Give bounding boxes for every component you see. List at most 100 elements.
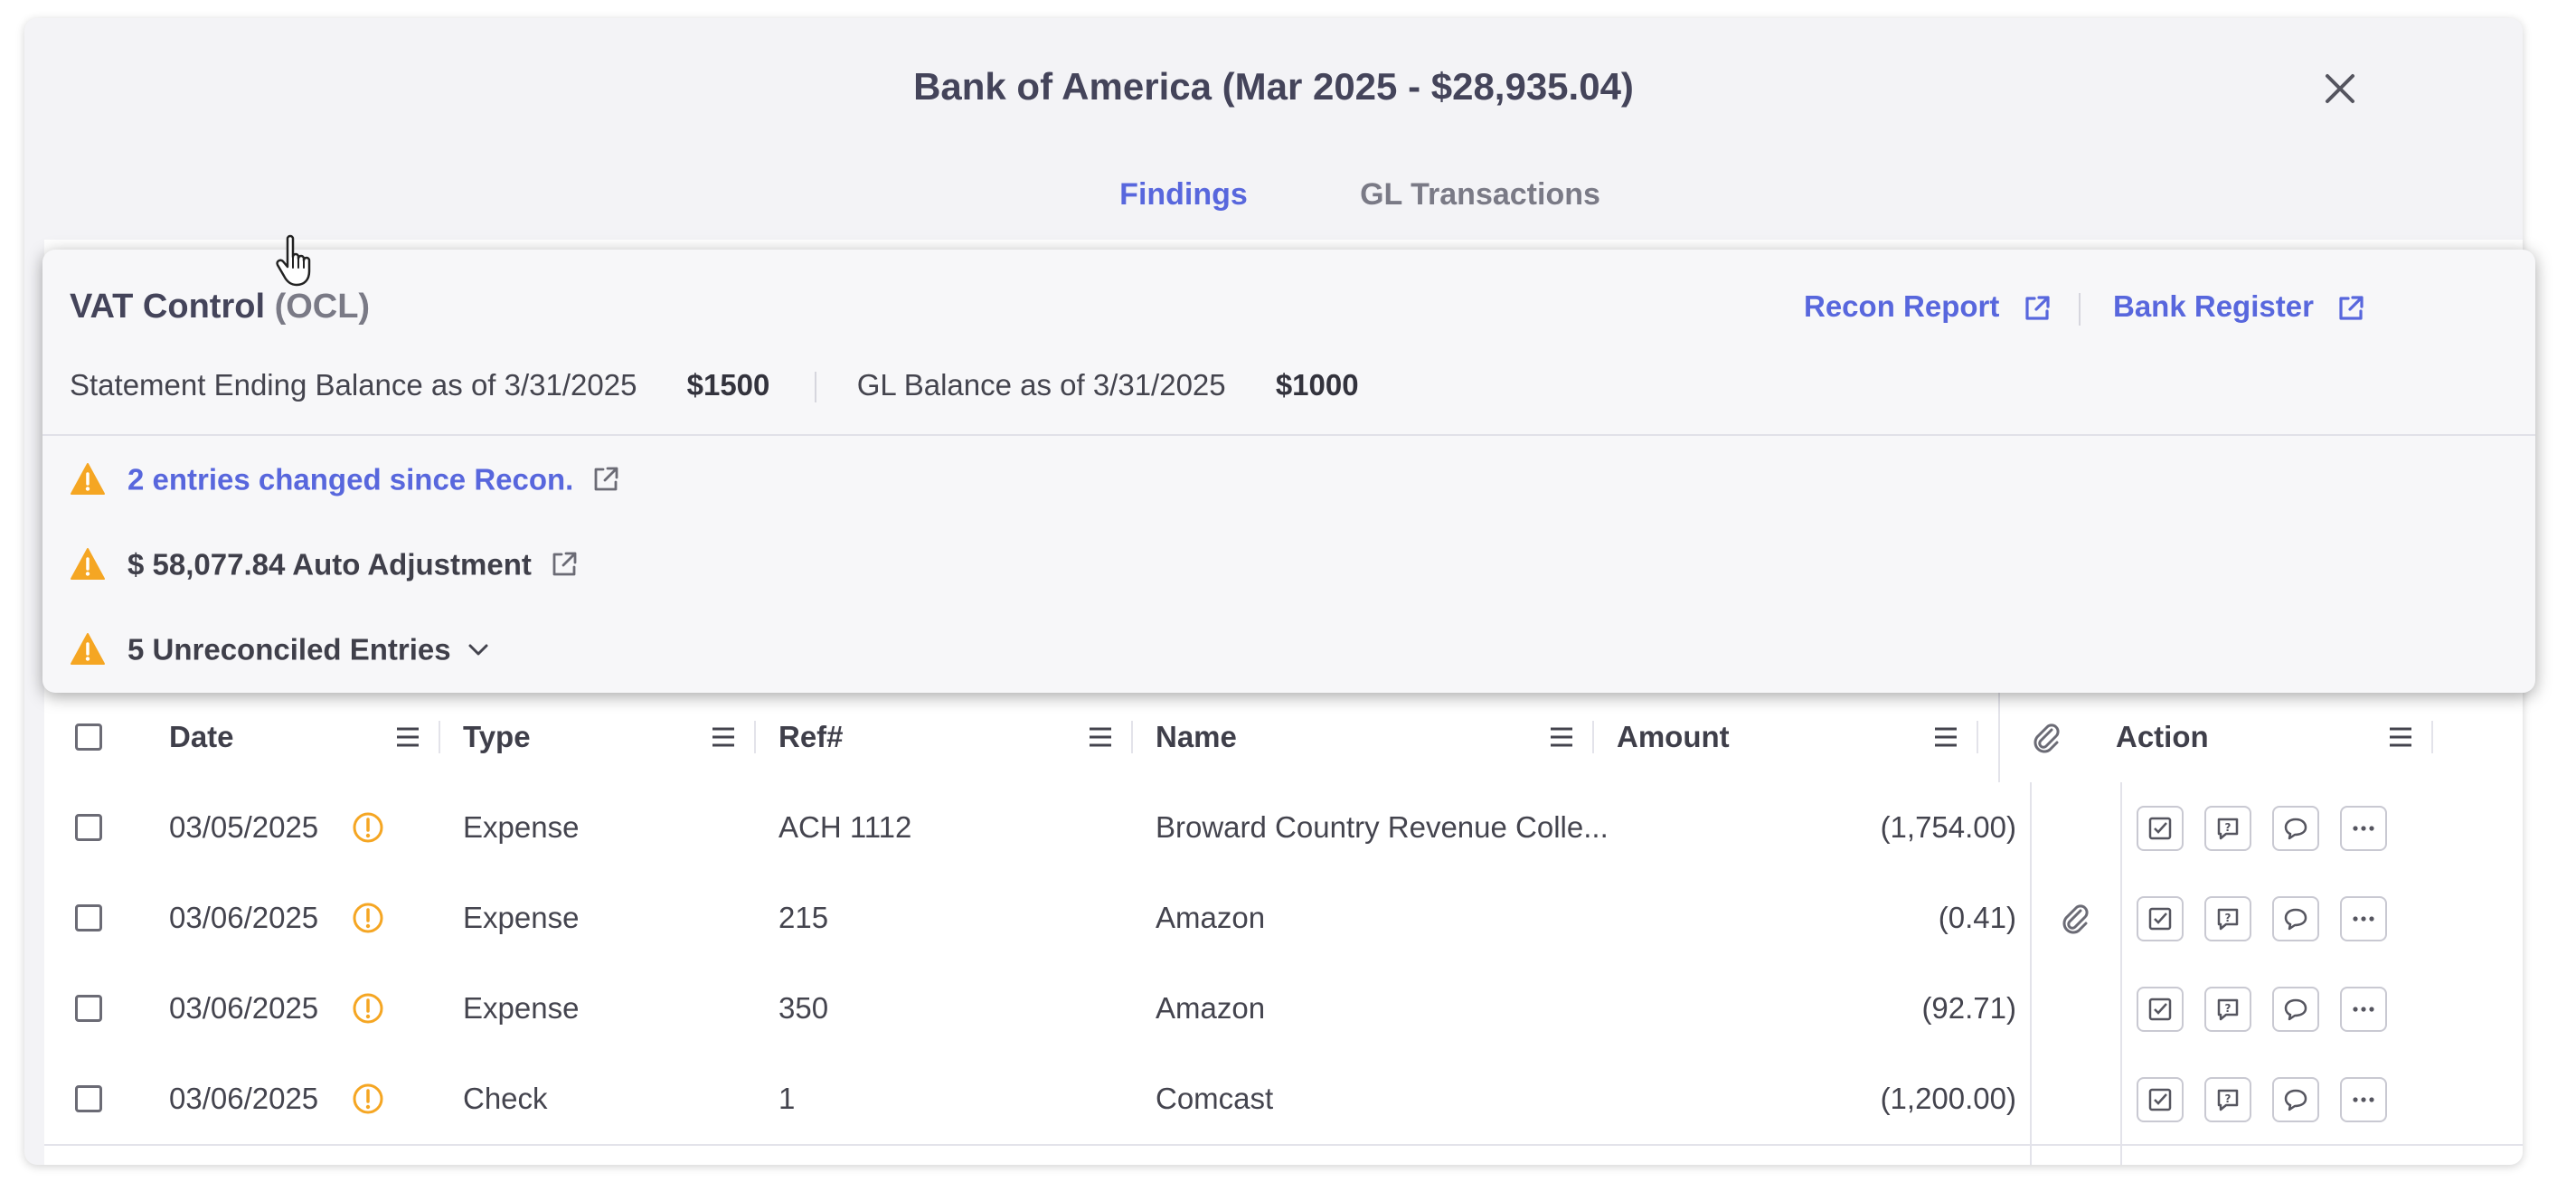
ask-question-button[interactable]: ? <box>2204 987 2251 1032</box>
statement-balance-label: Statement Ending Balance as of 3/31/2025 <box>70 368 637 402</box>
column-header-action[interactable]: Action <box>2116 692 2209 782</box>
row-name: Broward Country Revenue Colle... <box>1156 810 1609 844</box>
column-divider <box>2120 782 2122 1165</box>
row-checkbox[interactable] <box>75 904 102 931</box>
attachment-column-icon <box>2028 719 2064 755</box>
account-name: VAT Control <box>70 288 265 326</box>
hand-cursor-icon <box>273 233 322 288</box>
row-ref: 1 <box>778 1082 796 1115</box>
row-date: 03/06/2025 <box>169 991 319 1025</box>
column-menu-name[interactable] <box>1549 726 1574 748</box>
findings-card: VAT Control (OCL) Recon Report Bank Regi… <box>42 250 2535 693</box>
column-menu-amount[interactable] <box>1933 726 1958 748</box>
question-bubble-icon: ? <box>2217 998 2239 1021</box>
recon-report-label: Recon Report <box>1804 289 2000 323</box>
row-checkbox[interactable] <box>75 995 102 1022</box>
column-separator[interactable] <box>1592 721 1594 753</box>
row-checkbox[interactable] <box>75 814 102 841</box>
column-separator[interactable] <box>439 721 440 753</box>
comment-button[interactable] <box>2272 987 2319 1032</box>
row-checkbox[interactable] <box>75 1085 102 1112</box>
unreconciled-entries-text: 5 Unreconciled Entries <box>127 632 451 667</box>
more-options-button[interactable] <box>2340 896 2387 941</box>
ask-question-button[interactable]: ? <box>2204 1077 2251 1122</box>
comment-icon <box>2284 1089 2307 1111</box>
column-separator[interactable] <box>1977 721 1978 753</box>
row-ref: 215 <box>778 901 829 934</box>
comment-button[interactable] <box>2272 1077 2319 1122</box>
column-header-name[interactable]: Name <box>1156 692 1237 782</box>
finding-entries-changed[interactable]: 2 entries changed since Recon. <box>70 458 622 499</box>
table-row[interactable]: 03/05/2025 Expense ACH 1112 Broward Coun… <box>44 782 2523 875</box>
column-menu-date[interactable] <box>395 726 420 748</box>
svg-text:?: ? <box>2225 1002 2232 1015</box>
row-date: 03/05/2025 <box>169 810 319 844</box>
question-bubble-icon: ? <box>2217 818 2239 840</box>
menu-lines-icon <box>712 727 734 747</box>
finding-unreconciled-entries[interactable]: 5 Unreconciled Entries <box>70 628 493 669</box>
row-name: Comcast <box>1156 1082 1274 1115</box>
more-options-button[interactable] <box>2340 1077 2387 1122</box>
external-link-icon[interactable] <box>590 463 622 496</box>
column-menu-action[interactable] <box>2388 726 2413 748</box>
comment-button[interactable] <box>2272 896 2319 941</box>
checkbox-check-icon <box>2148 1088 2172 1111</box>
tab-findings[interactable]: Findings <box>1067 154 1300 245</box>
account-title: VAT Control (OCL) <box>70 288 370 326</box>
more-dots-icon <box>2353 916 2374 922</box>
column-separator[interactable] <box>1131 721 1133 753</box>
chevron-down-icon[interactable] <box>464 635 493 664</box>
bank-register-link[interactable]: Bank Register <box>2113 289 2367 325</box>
ask-question-button[interactable]: ? <box>2204 896 2251 941</box>
auto-adjustment-text: $ 58,077.84 Auto Adjustment <box>127 547 532 582</box>
warning-circle-icon[interactable] <box>352 902 384 934</box>
gl-balance-value: $1000 <box>1275 368 1359 402</box>
reconcile-button[interactable] <box>2137 896 2184 941</box>
reconcile-button[interactable] <box>2137 1077 2184 1122</box>
recon-report-link[interactable]: Recon Report <box>1804 289 2053 325</box>
external-link-icon[interactable] <box>548 548 580 581</box>
column-separator[interactable] <box>754 721 756 753</box>
comment-icon <box>2284 998 2307 1021</box>
warning-circle-icon[interactable] <box>352 811 384 844</box>
column-separator[interactable] <box>2431 721 2433 753</box>
column-divider <box>2030 782 2032 1165</box>
table-row[interactable]: 03/06/2025 Expense 350 Amazon (92.71) ? <box>44 963 2523 1055</box>
more-options-button[interactable] <box>2340 987 2387 1032</box>
row-date: 03/06/2025 <box>169 901 319 934</box>
table-row[interactable]: 03/06/2025 Check 1 Comcast (1,200.00) ? <box>44 1054 2523 1146</box>
menu-lines-icon <box>1551 727 1572 747</box>
paperclip-icon[interactable] <box>2057 900 2093 936</box>
warning-circle-icon[interactable] <box>352 992 384 1025</box>
close-button[interactable] <box>2317 65 2364 112</box>
entries-changed-link[interactable]: 2 entries changed since Recon. <box>127 462 573 496</box>
more-options-button[interactable] <box>2340 806 2387 851</box>
row-type: Check <box>463 1082 548 1115</box>
reconcile-button[interactable] <box>2137 987 2184 1032</box>
column-menu-type[interactable] <box>711 726 736 748</box>
balance-summary: Statement Ending Balance as of 3/31/2025… <box>70 367 1359 403</box>
ask-question-button[interactable]: ? <box>2204 806 2251 851</box>
tab-gl-transactions[interactable]: GL Transactions <box>1331 154 1629 241</box>
finding-auto-adjustment[interactable]: $ 58,077.84 Auto Adjustment <box>70 543 580 584</box>
row-amount: (1,200.00) <box>1880 1082 2016 1115</box>
column-menu-ref[interactable] <box>1088 726 1113 748</box>
card-divider <box>42 434 2535 436</box>
row-ref: 350 <box>778 991 829 1025</box>
table-row[interactable]: 03/06/2025 Expense 215 Amazon (0.41) ? <box>44 873 2523 965</box>
column-header-amount[interactable]: Amount <box>1617 692 1730 782</box>
reconcile-button[interactable] <box>2137 806 2184 851</box>
column-header-type[interactable]: Type <box>463 692 531 782</box>
column-header-date[interactable]: Date <box>169 692 234 782</box>
row-amount: (92.71) <box>1921 991 2016 1025</box>
comment-icon <box>2284 818 2307 840</box>
bank-register-label: Bank Register <box>2113 289 2314 323</box>
external-link-icon <box>2335 292 2367 325</box>
more-dots-icon <box>2353 1097 2374 1102</box>
column-header-ref[interactable]: Ref# <box>778 692 844 782</box>
comment-button[interactable] <box>2272 806 2319 851</box>
warning-circle-icon[interactable] <box>352 1083 384 1115</box>
select-all-checkbox[interactable] <box>75 723 102 751</box>
row-name: Amazon <box>1156 901 1266 934</box>
column-divider <box>1998 692 2000 782</box>
